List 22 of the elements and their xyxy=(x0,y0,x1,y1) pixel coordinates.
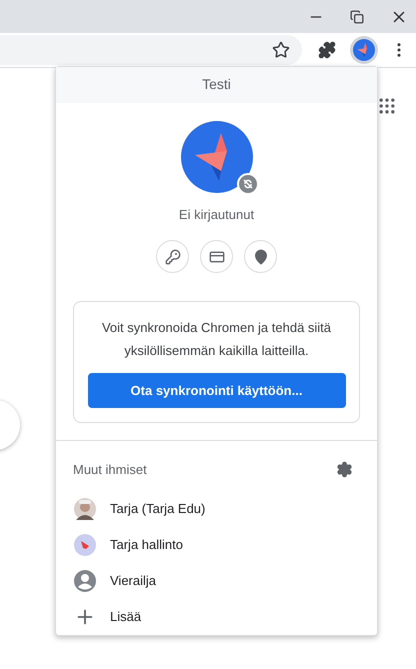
sync-description: Voit synkronoida Chromen ja tehdä siitä yksilöllisemmän kaikilla laitteilla. xyxy=(100,319,332,360)
section-heading: Muut ihmiset xyxy=(73,460,147,478)
person-item[interactable]: Tarja hallinto xyxy=(56,527,377,563)
person-item[interactable]: Tarja (Tarja Edu) xyxy=(56,491,377,527)
apps-icon[interactable] xyxy=(377,96,397,116)
passwords-button[interactable] xyxy=(156,240,189,274)
profile-name: Testi xyxy=(202,75,231,94)
addresses-button[interactable] xyxy=(244,240,277,274)
person-item[interactable]: Vierailja xyxy=(56,563,377,599)
key-icon xyxy=(164,248,180,265)
sync-button[interactable]: Ota synkronointi käyttöön... xyxy=(88,373,346,408)
bird-avatar-icon xyxy=(74,534,96,556)
star-icon[interactable] xyxy=(272,41,290,59)
profile-button[interactable] xyxy=(350,36,378,64)
extensions-icon[interactable] xyxy=(318,41,336,59)
sign-in-status: Ei kirjautunut xyxy=(178,206,254,224)
person-icon xyxy=(74,570,96,592)
restore-icon[interactable] xyxy=(350,10,364,24)
card-icon xyxy=(208,248,224,265)
person-item[interactable]: Lisää xyxy=(56,599,377,635)
payment-button[interactable] xyxy=(200,240,233,274)
location-pin-icon xyxy=(252,248,268,265)
